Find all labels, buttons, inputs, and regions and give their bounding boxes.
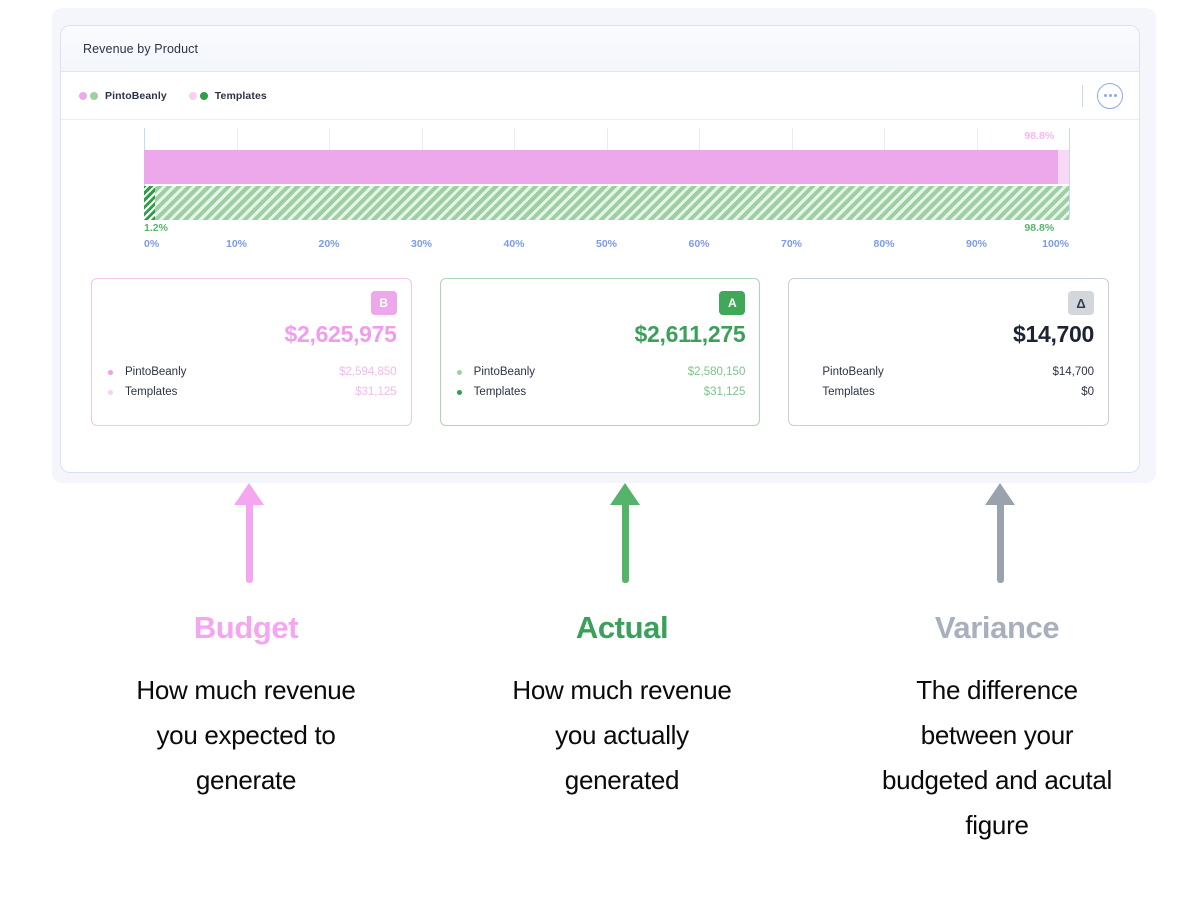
legend-item-label: Templates (215, 90, 267, 102)
bar-value-label: 98.8% (1024, 222, 1054, 234)
table-row: PintoBeanly$2,594,850 (106, 362, 397, 382)
row-label: PintoBeanly (125, 362, 339, 382)
bar-value-label: 98.8% (1024, 130, 1054, 142)
axis-tick-label: 10% (226, 238, 247, 250)
table-row: PintoBeanly$14,700 (803, 362, 1094, 382)
kpi-card-budget[interactable]: B $2,625,975 PintoBeanly$2,594,850Template… (91, 278, 412, 426)
row-value: $2,580,150 (688, 362, 746, 382)
kpi-breakdown-list: PintoBeanly$14,700Templates$0 (803, 362, 1094, 402)
page-title: Revenue by Product (83, 42, 198, 56)
letter-b-badge: B (371, 291, 397, 315)
legend-item-list: PintoBeanly Templates (79, 90, 1082, 102)
chart-legend: PintoBeanly Templates (61, 72, 1139, 120)
annotation-title: Variance (872, 610, 1122, 646)
x-axis: 0% 10% 20% 30% 40% 50% 60% 70% 80% 90% 100% (144, 238, 1069, 258)
bullet-icon (108, 370, 113, 375)
row-label: Templates (125, 382, 355, 402)
kpi-breakdown-list: PintoBeanly$2,594,850Templates$31,125 (106, 362, 397, 402)
row-value: $31,125 (704, 382, 746, 402)
kpi-total-value: $2,611,275 (455, 321, 746, 348)
legend-item-templates[interactable]: Templates (189, 90, 267, 102)
panel-header: Revenue by Product (61, 26, 1139, 72)
axis-tick-label: 20% (318, 238, 339, 250)
kpi-total-value: $14,700 (803, 321, 1094, 348)
annotation-body: The difference between your budgeted and… (872, 668, 1122, 848)
up-arrow-icon (234, 483, 264, 583)
axis-tick-label: 90% (966, 238, 987, 250)
row-value: $0 (1081, 382, 1094, 402)
axis-tick-label: 50% (596, 238, 617, 250)
bar-segment-pintobeanly (155, 186, 1069, 220)
axis-tick-label: 70% (781, 238, 802, 250)
bar-segment-templates (1058, 150, 1069, 184)
table-row: Templates$31,125 (455, 382, 746, 402)
row-label: Templates (822, 382, 1081, 402)
up-arrow-icon (985, 483, 1015, 583)
bar-actual[interactable] (144, 186, 1069, 220)
annotation-body: How much revenue you actually generated (497, 668, 747, 803)
table-row: PintoBeanly$2,580,150 (455, 362, 746, 382)
kpi-breakdown-list: PintoBeanly$2,580,150Templates$31,125 (455, 362, 746, 402)
bar-segment-pintobeanly (144, 150, 1058, 184)
bar-chart: 98.8% 98.8% 1.2% 0% 10% 20% 30% 40% 50% 60% 70% 80… (61, 120, 1139, 268)
annotation-title: Budget (121, 610, 371, 646)
legend-swatch-icon (79, 92, 98, 100)
badge-row: Δ (803, 291, 1094, 315)
axis-tick-label: 30% (411, 238, 432, 250)
bullet-icon (457, 390, 462, 395)
row-label: Templates (474, 382, 704, 402)
badge-row: A (455, 291, 746, 315)
annotation-budget: Budget How much revenue you expected to g… (121, 610, 371, 803)
annotation-actual: Actual How much revenue you actually gene… (497, 610, 747, 803)
row-value: $2,594,850 (339, 362, 397, 382)
legend-item-pintobeanly[interactable]: PintoBeanly (79, 90, 167, 102)
revenue-by-product-panel: Revenue by Product PintoBeanlyTemplates … (60, 25, 1140, 473)
legend-swatch-icon (189, 92, 208, 100)
axis-tick-label: 100% (1042, 238, 1069, 250)
row-value: $31,125 (355, 382, 397, 402)
legend-item-label: PintoBeanly (105, 90, 167, 102)
kpi-card-actual[interactable]: A $2,611,275 PintoBeanly$2,580,150Template… (440, 278, 761, 426)
badge-row: B (106, 291, 397, 315)
gridline (1069, 128, 1070, 218)
axis-tick-label: 80% (873, 238, 894, 250)
bullet-icon (108, 390, 113, 395)
axis-tick-label: 0% (144, 238, 159, 250)
row-label: PintoBeanly (474, 362, 688, 382)
letter-a-badge: A (719, 291, 745, 315)
annotation-body: How much revenue you expected to generat… (121, 668, 371, 803)
axis-tick-label: 40% (503, 238, 524, 250)
toolbar-divider (1082, 85, 1083, 107)
kpi-card-list: B$2,625,975PintoBeanly$2,594,850Template… (61, 268, 1139, 426)
row-value: $14,700 (1052, 362, 1094, 382)
table-row: Templates$0 (803, 382, 1094, 402)
kpi-total-value: $2,625,975 (106, 321, 397, 348)
bar-value-label: 1.2% (144, 222, 168, 234)
bullet-icon (457, 370, 462, 375)
annotation-title: Actual (497, 610, 747, 646)
annotation-variance: Variance The difference between your budg… (872, 610, 1122, 848)
row-label: PintoBeanly (822, 362, 1052, 382)
bar-budget[interactable] (144, 150, 1069, 184)
ellipsis-icon[interactable] (1097, 83, 1123, 109)
bar-segment-templates (144, 186, 155, 220)
table-row: Templates$31,125 (106, 382, 397, 402)
axis-tick-label: 60% (688, 238, 709, 250)
delta-badge: Δ (1068, 291, 1094, 315)
kpi-card-variance[interactable]: Δ$14,700PintoBeanly$14,700Templates$0 (788, 278, 1109, 426)
chart-plot-area: 98.8% 98.8% 1.2% (144, 128, 1069, 240)
up-arrow-icon (610, 483, 640, 583)
